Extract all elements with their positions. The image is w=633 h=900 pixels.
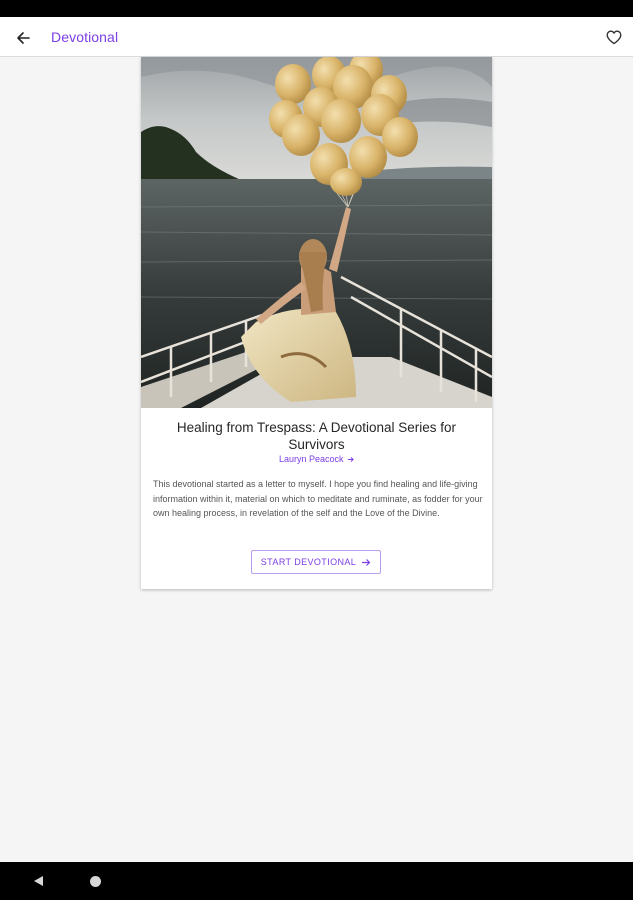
- app-bar: Devotional: [0, 17, 633, 57]
- start-devotional-label: START DEVOTIONAL: [260, 557, 357, 567]
- triangle-back-icon[interactable]: [33, 875, 44, 887]
- devotional-cover-image: [141, 57, 492, 408]
- status-bar: [0, 0, 633, 17]
- arrow-right-icon: [347, 457, 354, 463]
- back-button[interactable]: [12, 27, 34, 49]
- page-title: Devotional: [51, 29, 119, 45]
- arrow-left-icon: [17, 32, 30, 44]
- circle-home-icon[interactable]: [90, 876, 101, 887]
- author-link[interactable]: Lauryn Peacock: [141, 454, 492, 464]
- devotional-description: This devotional started as a letter to m…: [153, 479, 483, 519]
- devotional-card: Healing from Trespass: A Devotional Seri…: [141, 57, 492, 589]
- arrow-right-icon: [362, 558, 371, 566]
- system-nav-bar: [0, 862, 633, 900]
- favorite-button[interactable]: [603, 26, 625, 48]
- heart-outline-icon: [606, 30, 622, 44]
- devotional-title: Healing from Trespass: A Devotional Seri…: [176, 420, 457, 452]
- start-devotional-button[interactable]: START DEVOTIONAL: [251, 550, 381, 574]
- author-name: Lauryn Peacock: [278, 454, 344, 464]
